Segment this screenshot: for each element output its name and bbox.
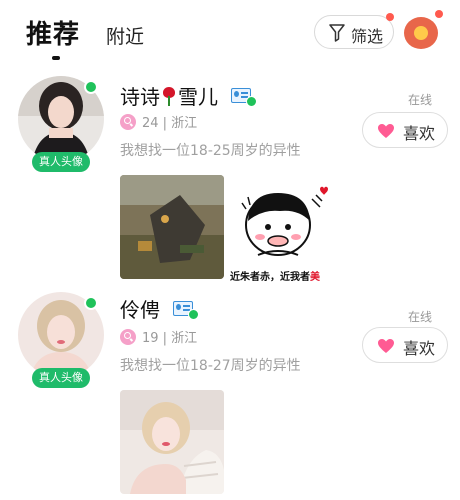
name-row: 伶俜 [120, 294, 200, 324]
heart-icon [378, 339, 394, 353]
like-button[interactable]: 喜欢 [362, 112, 448, 148]
age-location-row: 19 | 浙江 [120, 327, 197, 347]
sticker-caption-accent: 美 [310, 272, 320, 283]
top-header: 推荐 附近 筛选 [0, 0, 460, 66]
funnel-icon [329, 24, 345, 42]
tab-nearby[interactable]: 附近 [106, 22, 144, 49]
filter-label: 筛选 [351, 27, 384, 46]
id-verified-icon [173, 299, 200, 320]
user-name-suffix: 雪儿 [178, 85, 218, 109]
age-location: 19 | 浙江 [142, 331, 198, 346]
avatar-wrapper[interactable]: 真人头像 [18, 292, 104, 388]
tab-active-indicator [52, 56, 60, 60]
id-verified-icon [231, 86, 258, 107]
gift-notification-dot [435, 10, 443, 18]
online-status: 在线 [408, 310, 433, 324]
filter-notification-dot [386, 13, 394, 21]
search-icon [120, 113, 136, 130]
like-label: 喜欢 [403, 339, 436, 358]
age-location-row: 24 | 浙江 [120, 112, 197, 132]
real-avatar-badge: 真人头像 [32, 152, 90, 172]
real-avatar-badge: 真人头像 [32, 368, 90, 388]
match-preference: 我想找一位18-27周岁的异性 [120, 358, 301, 374]
sticker-caption-text: 近朱者赤，近我者 [230, 272, 310, 283]
name-row: 诗诗 雪儿 [120, 81, 258, 111]
filter-button[interactable]: 筛选 [314, 15, 394, 49]
user-photo[interactable] [120, 175, 224, 279]
age-location: 24 | 浙江 [142, 116, 198, 131]
tab-recommend[interactable]: 推荐 [26, 14, 80, 51]
user-name: 诗诗 [120, 85, 160, 109]
online-indicator [84, 80, 98, 94]
rose-icon [162, 86, 176, 106]
like-label: 喜欢 [403, 124, 436, 143]
meme-sticker[interactable]: 近朱者赤，近我者美 [228, 183, 338, 283]
online-status: 在线 [408, 93, 433, 107]
search-icon [120, 328, 136, 345]
user-name: 伶俜 [120, 298, 160, 322]
match-preference: 我想找一位18-25周岁的异性 [120, 143, 301, 159]
red-envelope-button[interactable] [404, 17, 438, 49]
sticker-caption: 近朱者赤，近我者美 [230, 268, 320, 283]
avatar-wrapper[interactable]: 真人头像 [18, 76, 104, 172]
online-indicator [84, 296, 98, 310]
red-envelope-icon [414, 26, 428, 40]
like-button[interactable]: 喜欢 [362, 327, 448, 363]
user-photo[interactable] [120, 390, 224, 494]
heart-icon [378, 124, 394, 138]
